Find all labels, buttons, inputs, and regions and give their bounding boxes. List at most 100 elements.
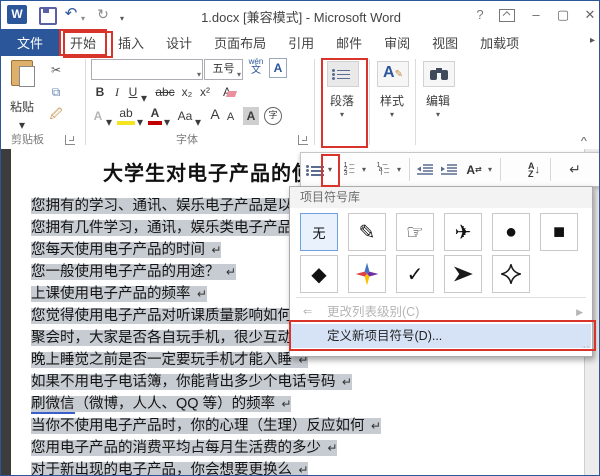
numbering-dropdown-arrow[interactable]: ▾: [359, 157, 369, 182]
pilcrow-mark: ↵: [295, 463, 309, 476]
ribbon-display-options-icon[interactable]: [499, 9, 515, 22]
tab-insert[interactable]: 插入: [107, 29, 155, 56]
tab-design[interactable]: 设计: [155, 29, 203, 56]
paragraph-group-icon[interactable]: [327, 61, 359, 87]
more-tabs-icon[interactable]: ▸: [590, 35, 595, 46]
close-icon[interactable]: ✕: [579, 5, 599, 25]
bullet-airplane[interactable]: ✈: [444, 213, 482, 251]
show-hide-marks-button[interactable]: ↵: [563, 157, 587, 182]
font-size-arrow[interactable]: ▾: [237, 65, 241, 84]
paragraph-group-arrow[interactable]: ▾: [322, 110, 362, 119]
asian-layout-button[interactable]: A ⇄: [464, 157, 484, 182]
font-name-arrow[interactable]: ▾: [197, 65, 201, 84]
underline-button[interactable]: U: [127, 83, 139, 101]
font-color-icon[interactable]: A: [148, 107, 162, 125]
font-name-combo[interactable]: ▾: [91, 59, 203, 80]
bullet-arrowhead[interactable]: [444, 255, 482, 293]
tab-home[interactable]: 开始: [59, 29, 108, 56]
shrink-font-button[interactable]: A: [224, 108, 237, 126]
editing-group-arrow[interactable]: ▾: [418, 110, 458, 119]
clear-formatting-icon[interactable]: A: [219, 83, 238, 101]
subscript-button[interactable]: x₂: [179, 83, 195, 101]
phonetic-guide-icon[interactable]: wén 文: [247, 57, 265, 76]
tab-references[interactable]: 引用: [277, 29, 325, 56]
clipboard-dialog-launcher[interactable]: [65, 135, 75, 145]
styles-group-icon[interactable]: A✎: [377, 61, 409, 87]
define-new-bullet-item[interactable]: 定义新项目符号(D)...: [291, 324, 591, 348]
font-dialog-launcher[interactable]: [298, 135, 308, 145]
cut-icon[interactable]: ✂: [47, 61, 65, 79]
bullet-library-header: 项目符号库: [290, 187, 592, 208]
format-painter-icon[interactable]: 🖉: [47, 105, 65, 123]
strikethrough-button[interactable]: abc: [153, 83, 177, 101]
undo-dropdown-arrow[interactable]: ▾: [79, 9, 87, 29]
bullet-check-mark[interactable]: ✓: [396, 255, 434, 293]
minimize-icon[interactable]: –: [525, 5, 547, 25]
text-effects-icon[interactable]: A: [91, 107, 105, 125]
grow-font-button[interactable]: A: [207, 105, 223, 123]
collapse-ribbon-icon[interactable]: ^: [581, 136, 587, 146]
document-line[interactable]: 当你不使用电子产品时，你的心理（生理）反应如何 ↵: [31, 415, 591, 437]
italic-button[interactable]: I: [111, 83, 123, 101]
bold-button[interactable]: B: [93, 83, 107, 101]
ribbon: 粘贴 ▾ ✂ ⧉ 🖉 剪贴板 ▾ 五号 ▾ wén 文 A B I U ▾ abc…: [1, 56, 599, 150]
bullet-filled-square[interactable]: ■: [540, 213, 578, 251]
superscript-button[interactable]: x²: [197, 83, 213, 101]
sort-z: Z: [528, 168, 534, 179]
editing-group-icon[interactable]: [423, 61, 455, 87]
restore-icon[interactable]: ▢: [552, 5, 574, 25]
character-shading-button[interactable]: A: [243, 107, 259, 125]
highlight-color-icon[interactable]: ab: [117, 107, 135, 125]
document-line[interactable]: 您用电子产品的消费平均占每月生活费的多少 ↵: [31, 437, 591, 459]
bullets-dropdown-arrow[interactable]: ▾: [324, 157, 336, 182]
bullet-pencil[interactable]: ✎: [348, 213, 386, 251]
tab-page-layout[interactable]: 页面布局: [203, 29, 277, 56]
pilcrow-mark: ↵: [193, 287, 207, 301]
qat-customize-arrow[interactable]: ▾: [117, 9, 127, 29]
paragraph-group-label: 段落: [329, 94, 354, 108]
sort-button[interactable]: AZ ↓: [523, 157, 545, 182]
hyperlink-text[interactable]: 刷微信: [31, 396, 75, 414]
increase-indent-button[interactable]: [438, 157, 460, 182]
enclose-characters-icon[interactable]: 字: [264, 107, 282, 125]
tab-mailings[interactable]: 邮件: [325, 29, 373, 56]
styles-group-arrow[interactable]: ▾: [372, 110, 412, 119]
bullet-pointing-hand[interactable]: ☞: [396, 213, 434, 251]
character-border-icon[interactable]: A: [269, 58, 287, 78]
copy-icon[interactable]: ⧉: [47, 83, 65, 101]
tab-addins[interactable]: 加载项: [469, 29, 530, 56]
font-color-dropdown-arrow[interactable]: ▾: [163, 113, 171, 131]
document-line[interactable]: 刷微信（微博，人人、QQ 等）的频率 ↵: [31, 393, 591, 415]
document-line[interactable]: 对于新出现的电子产品，你会想要更换么 ↵: [31, 459, 591, 476]
pilcrow-mark: ↵: [367, 419, 381, 433]
change-case-arrow[interactable]: ▾: [194, 113, 202, 131]
bullet-color-star[interactable]: [348, 255, 386, 293]
bullet-none[interactable]: 无: [300, 213, 338, 251]
multilevel-dropdown-arrow[interactable]: ▾: [394, 157, 404, 182]
bullets-button[interactable]: [305, 157, 324, 182]
change-case-button[interactable]: Aa: [175, 107, 195, 125]
clipboard-group-label: 剪贴板: [11, 134, 44, 146]
bullet-four-point-star[interactable]: [492, 255, 530, 293]
decrease-indent-button[interactable]: [414, 157, 436, 182]
tab-review[interactable]: 审阅: [373, 29, 421, 56]
bullet-library-dropdown: 项目符号库 无 ✎ ☞ ✈ ● ■ ◆ ✓ ⇐ 更改列表级别(C) ▶ 定义新项目符号(D).…: [289, 186, 593, 357]
redo-icon[interactable]: ↻: [95, 4, 111, 24]
bullet-filled-circle[interactable]: ●: [492, 213, 530, 251]
tab-file[interactable]: 文件: [1, 29, 60, 56]
submenu-arrow-icon: ▶: [576, 307, 583, 317]
bullet-filled-diamond[interactable]: ◆: [300, 255, 338, 293]
resize-grip[interactable]: ∵: [583, 344, 590, 355]
numbering-button[interactable]: 1 ─ 2 ─ 3 ─: [340, 157, 358, 182]
undo-icon[interactable]: ↶: [63, 4, 79, 24]
document-line[interactable]: 如果不用电子电话簿，你能背出多少个电话号码 ↵: [31, 371, 591, 393]
save-icon[interactable]: [39, 7, 57, 25]
multilevel-list-button[interactable]: 1 ─ a ─ i ─: [373, 157, 393, 182]
help-icon[interactable]: ?: [469, 5, 491, 25]
highlight-dropdown-arrow[interactable]: ▾: [136, 113, 144, 131]
tab-view[interactable]: 视图: [421, 29, 469, 56]
asian-layout-arrow[interactable]: ▾: [485, 157, 495, 182]
text-effects-arrow[interactable]: ▾: [105, 113, 113, 131]
underline-dropdown-arrow[interactable]: ▾: [140, 89, 148, 107]
font-size-combo[interactable]: 五号 ▾: [204, 59, 243, 80]
